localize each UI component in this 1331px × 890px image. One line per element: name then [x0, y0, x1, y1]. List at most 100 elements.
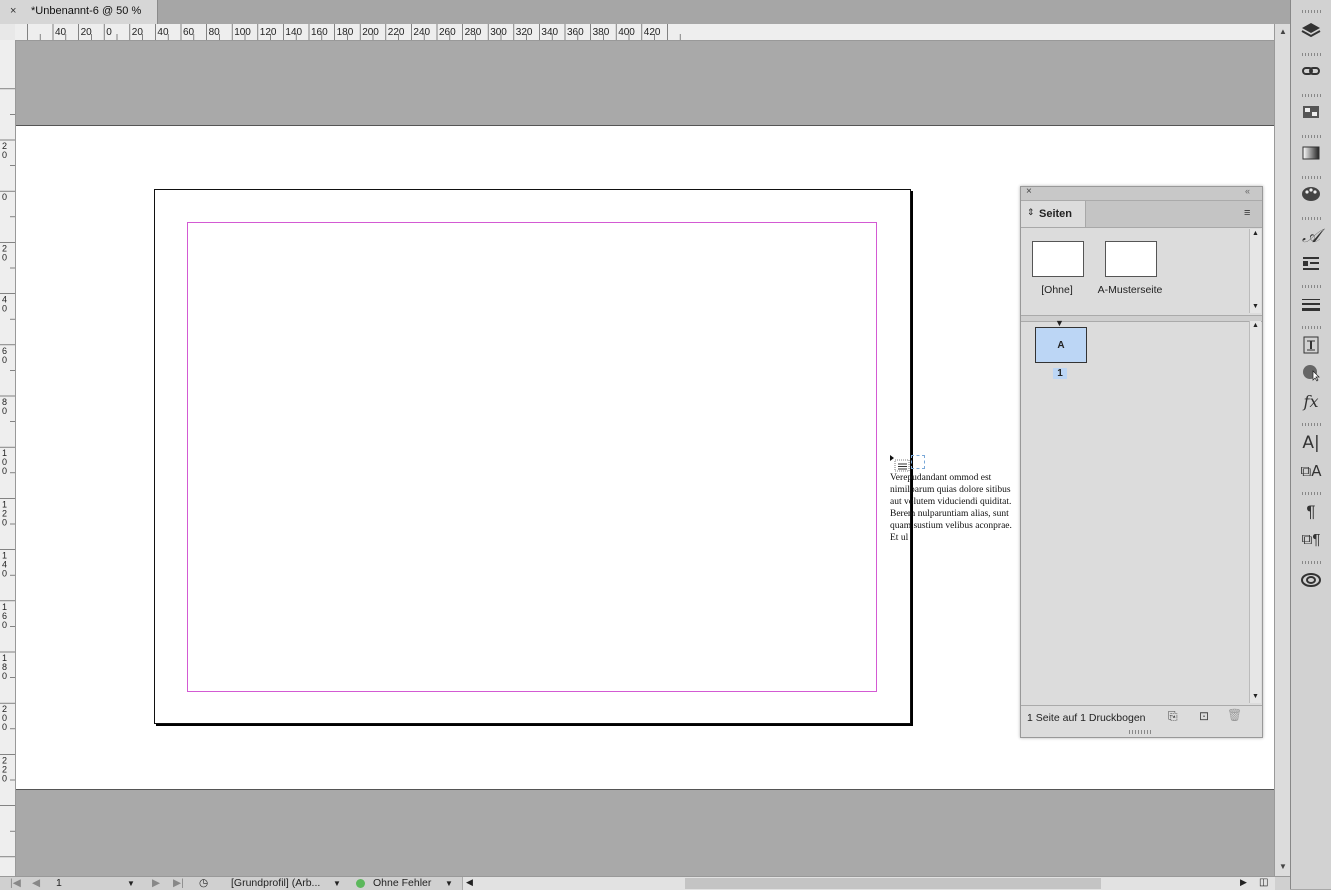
panel-titlebar[interactable]: × « [1021, 186, 1262, 201]
scroll-left-icon[interactable]: ◀ [466, 877, 473, 888]
pages-scrollbar[interactable]: ▲ ▼ [1249, 321, 1261, 703]
ruler-h-label: 260 [439, 27, 456, 38]
paragraph-align-icon[interactable] [1299, 253, 1323, 275]
split-window-icon[interactable]: ◫ [1259, 877, 1268, 888]
scroll-up-icon[interactable]: ▲ [1279, 27, 1287, 36]
ruler-v-label: 0 [2, 620, 7, 630]
margin-guide [187, 222, 877, 692]
delete-page-icon[interactable]: 🗑 [1227, 708, 1242, 722]
master-label-a: A-Musterseite [1097, 284, 1163, 296]
vertical-ruler[interactable]: 20020406080100120140160180200220 [0, 40, 16, 876]
ruler-v-label: 0 [2, 304, 7, 314]
ruler-v-label: 0 [2, 406, 7, 416]
page-number-label: 1 [1053, 368, 1067, 379]
tab-seiten[interactable]: ⇕ Seiten [1021, 201, 1086, 227]
character-icon[interactable]: A| [1299, 432, 1323, 454]
scroll-up-icon[interactable]: ▲ [1252, 322, 1259, 329]
text-wrap-icon[interactable] [1299, 335, 1323, 357]
scroll-down-icon[interactable]: ▼ [1252, 693, 1259, 700]
document-tab-title: *Unbenannt-6 @ 50 % [31, 5, 142, 17]
character-panel-icon[interactable]: ⧉A [1299, 460, 1323, 482]
panel-dock: 𝒜 fx A| ⧉A ¶ ⧉¶ [1290, 0, 1331, 889]
preflight-status[interactable]: Ohne Fehler [373, 877, 431, 890]
links-icon[interactable] [1299, 61, 1323, 83]
status-dropdown-icon[interactable]: ▼ [445, 877, 453, 890]
ruler-h-label: 280 [465, 27, 482, 38]
document-tab[interactable]: × *Unbenannt-6 @ 50 % [0, 0, 158, 24]
scroll-right-icon[interactable]: ▶ [1240, 877, 1247, 888]
page-master-prefix: A [1057, 340, 1065, 351]
edit-page-size-icon[interactable]: ⎘ [1168, 709, 1178, 724]
ruler-h-label: 40 [55, 27, 67, 38]
scroll-thumb[interactable] [685, 878, 1101, 889]
ruler-v-label: 0 [2, 150, 7, 160]
ruler-v-label: 0 [2, 722, 7, 732]
next-page-icon[interactable]: ▶ [152, 877, 160, 890]
masters-scrollbar[interactable]: ▲ ▼ [1249, 229, 1261, 313]
master-label-none: [Ohne] [1041, 284, 1073, 296]
ruler-h-label: 20 [81, 27, 93, 38]
document-tab-bar: × *Unbenannt-6 @ 50 % [0, 0, 1290, 25]
ruler-v-label: 0 [2, 569, 7, 579]
ruler-h-label: 100 [234, 27, 251, 38]
layers-icon[interactable] [1299, 20, 1323, 42]
tab-seiten-label: Seiten [1039, 208, 1073, 220]
ruler-v-label: 0 [2, 517, 7, 527]
ruler-v-label: 0 [2, 466, 7, 476]
ruler-origin[interactable] [0, 24, 16, 41]
scroll-down-icon[interactable]: ▼ [1252, 303, 1259, 310]
panel-close-icon[interactable]: × [1026, 186, 1032, 197]
panel-collapse-icon[interactable]: « [1245, 186, 1250, 196]
first-page-icon[interactable]: |◀ [10, 877, 21, 890]
scroll-up-icon[interactable]: ▲ [1252, 230, 1259, 237]
ruler-h-label: 0 [106, 27, 112, 38]
swatches-icon[interactable] [1299, 102, 1323, 124]
profile-dropdown-icon[interactable]: ▼ [333, 877, 341, 890]
ruler-h-label: 240 [413, 27, 430, 38]
overset-text[interactable]: Verepudandant ommod est nimilparum quias… [890, 472, 1015, 544]
ruler-h-label: 140 [285, 27, 302, 38]
ruler-v-label: 0 [2, 773, 7, 783]
ruler-v-label: 0 [2, 355, 7, 365]
text-frame-out-port[interactable] [911, 455, 925, 469]
ruler-h-label: 300 [490, 27, 507, 38]
horizontal-ruler[interactable]: 40 20 0 20 40 60 80 100 120 140 160 180 200 220 240 260… [15, 24, 1274, 41]
master-thumbnail-a[interactable] [1105, 241, 1157, 277]
previous-page-icon[interactable]: ◀ [32, 877, 40, 890]
horizontal-scrollbar[interactable]: ◀ ▶ ◫ [462, 877, 1275, 890]
last-page-icon[interactable]: ▶| [173, 877, 184, 890]
effects-icon[interactable]: fx [1299, 391, 1323, 413]
close-tab-icon[interactable]: × [10, 5, 16, 17]
color-theme-icon[interactable] [1299, 362, 1323, 384]
ruler-v-label: 0 [2, 252, 7, 262]
ruler-h-label: 220 [388, 27, 405, 38]
panel-resize-grip[interactable] [1129, 730, 1153, 734]
ruler-h-label: 60 [183, 27, 195, 38]
ruler-h-label: 200 [362, 27, 379, 38]
gradient-icon[interactable] [1299, 143, 1323, 165]
text-frame-in-port-icon[interactable] [889, 454, 911, 472]
paragraph-styles-icon[interactable]: ⧉¶ [1299, 529, 1323, 551]
paragraph-icon[interactable]: ¶ [1299, 501, 1323, 523]
pages-panel-footer: 1 Seite auf 1 Druckbogen ⎘ ⊡ 🗑 [1021, 705, 1262, 730]
scroll-down-icon[interactable]: ▼ [1279, 862, 1287, 871]
preflight-clock-icon[interactable]: ◷ [199, 877, 208, 890]
ruler-h-label: 360 [567, 27, 584, 38]
ruler-h-label: 40 [157, 27, 169, 38]
pages-panel: × « ⇕ Seiten ≡ [Ohne] A-Musterseite ▲ ▼ … [1020, 186, 1263, 738]
ruler-h-label: 320 [516, 27, 533, 38]
page-dropdown-icon[interactable]: ▼ [127, 877, 135, 890]
page-number-field[interactable]: 1 [56, 877, 62, 890]
character-styles-icon[interactable]: 𝒜 [1299, 225, 1323, 247]
preflight-profile[interactable]: [Grundprofil] (Arb... [231, 877, 320, 890]
new-page-icon[interactable]: ⊡ [1199, 709, 1209, 723]
ruler-v-label: 0 [2, 192, 7, 202]
vertical-scrollbar[interactable]: ▲ ▼ [1274, 24, 1291, 876]
stroke-icon[interactable] [1299, 294, 1323, 316]
master-thumbnail-none[interactable] [1032, 241, 1084, 277]
page-count-status: 1 Seite auf 1 Druckbogen [1027, 712, 1146, 724]
creative-cloud-icon[interactable] [1299, 570, 1323, 592]
panel-menu-icon[interactable]: ≡ [1244, 207, 1250, 219]
page-thumbnail-1[interactable]: A [1035, 327, 1087, 363]
color-icon[interactable] [1299, 184, 1323, 206]
